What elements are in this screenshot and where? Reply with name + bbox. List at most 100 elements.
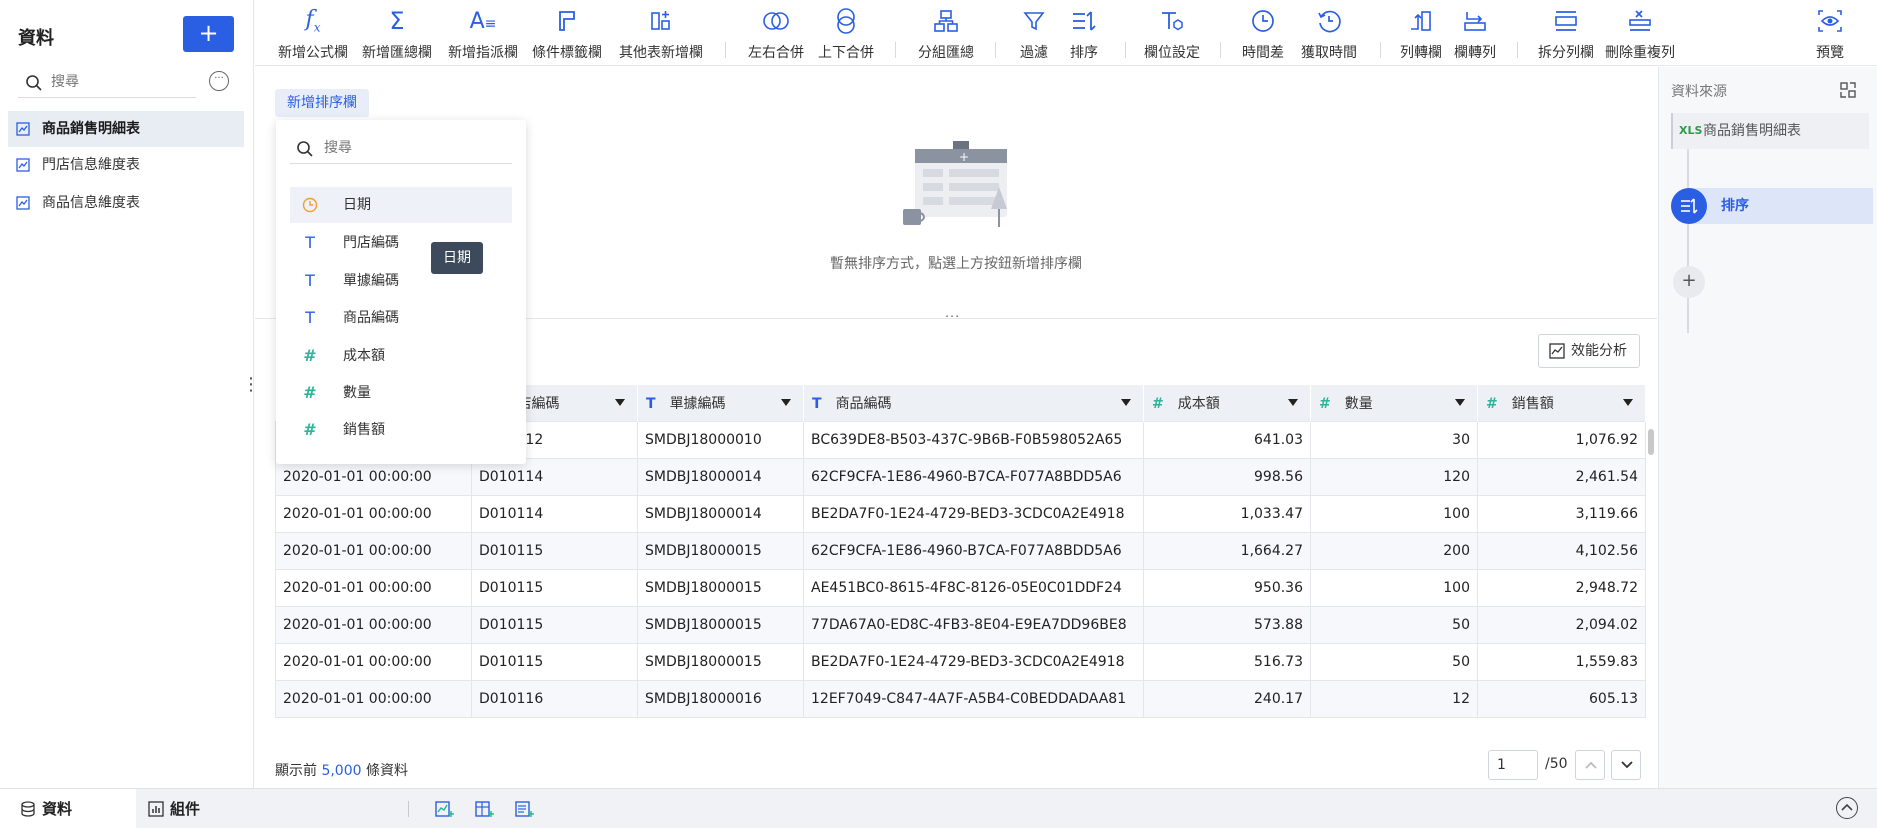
tab-data[interactable]: 資料 <box>0 789 136 828</box>
sidebar-search-input[interactable] <box>51 70 191 94</box>
add-step-button[interactable]: + <box>1673 266 1705 298</box>
search-icon <box>297 141 313 157</box>
add-data-button[interactable]: + <box>183 16 234 52</box>
bottom-divider <box>408 801 409 817</box>
collapse-bottom-button[interactable] <box>1836 797 1858 819</box>
number-type-icon: # <box>1319 395 1331 412</box>
split-icon <box>1555 11 1577 31</box>
field-option-date[interactable]: 日期 <box>290 187 512 223</box>
field-option-product-code[interactable]: T 商品編碼 <box>290 300 512 336</box>
sort-button[interactable]: 排序 <box>1060 4 1108 62</box>
add-assign-column-button[interactable]: A≡ 新增指派欄 <box>445 4 521 62</box>
tab-component[interactable]: 組件 <box>128 789 238 828</box>
table-row[interactable]: 2020-01-01 00:00:00 D010115 SMDBJ18000015 7… <box>275 605 1646 644</box>
dropdown-search-input[interactable] <box>324 136 504 160</box>
caret-down-icon[interactable] <box>781 399 791 406</box>
flow-source-node[interactable]: XLS 商品銷售明細表 <box>1671 113 1869 149</box>
formula-icon: fx <box>305 7 321 35</box>
flow-step-sort[interactable]: 排序 <box>1671 188 1873 224</box>
table-cell: SMDBJ18000015 <box>637 531 804 570</box>
remove-duplicate-rows-button[interactable]: 刪除重複列 <box>1601 4 1679 62</box>
caret-down-icon[interactable] <box>615 399 625 406</box>
table-cell: SMDBJ18000014 <box>637 494 804 533</box>
table-row[interactable]: 2020-01-01 00:00:00 D010115 SMDBJ18000015 A… <box>275 568 1646 607</box>
performance-analysis-button[interactable]: 效能分析 <box>1538 334 1640 368</box>
get-time-button[interactable]: 獲取時間 <box>1295 4 1363 62</box>
add-summary-column-button[interactable]: Σ 新增匯總欄 <box>359 4 435 62</box>
merge-up-down-button[interactable]: 上下合併 <box>815 4 877 62</box>
sidebar-search[interactable] <box>18 66 196 98</box>
add-text-icon[interactable] <box>514 799 534 819</box>
column-header-product-code[interactable]: T 商品編碼 <box>803 385 1144 421</box>
field-option-sales[interactable]: # 銷售額 <box>290 412 512 448</box>
add-formula-column-button[interactable]: fx 新增公式欄 <box>275 4 351 62</box>
expand-icon[interactable] <box>1839 81 1857 99</box>
caret-down-icon[interactable] <box>1455 399 1465 406</box>
field-option-quantity[interactable]: # 數量 <box>290 375 512 411</box>
column-to-row-button[interactable]: 欄轉列 <box>1451 4 1499 62</box>
group-summary-button[interactable]: 分組匯總 <box>915 4 977 62</box>
number-type-icon: # <box>303 420 317 439</box>
number-type-icon: # <box>303 346 317 365</box>
table-cell: 200 <box>1310 531 1478 570</box>
time-difference-button[interactable]: 時間差 <box>1235 4 1291 62</box>
field-dropdown: 日期 T 門店編碼 T 單據編碼 T 商品編碼 # 成本額 # 數量 # 銷售額 <box>276 120 526 464</box>
xls-icon: XLS <box>1679 124 1703 137</box>
column-header-quantity[interactable]: # 數量 <box>1310 385 1478 421</box>
assign-icon: A≡ <box>469 8 497 34</box>
clock-icon <box>1252 10 1274 32</box>
page-number-input[interactable]: 1 <box>1488 750 1538 780</box>
merge-left-right-button[interactable]: 左右合併 <box>745 4 807 62</box>
table-cell: 2,094.02 <box>1477 605 1646 644</box>
panel-collapse-handle[interactable]: ⋮ <box>242 376 260 394</box>
add-column-from-other-table-button[interactable]: 其他表新增欄 <box>615 4 707 62</box>
field-settings-icon <box>1162 12 1183 31</box>
sidebar-title: 資料 <box>18 28 54 49</box>
table-row[interactable]: 2020-01-01 00:00:00 D010115 SMDBJ18000015 B… <box>275 642 1646 681</box>
column-header-sales[interactable]: # 銷售額 <box>1477 385 1646 421</box>
page-down-button[interactable] <box>1611 750 1641 780</box>
table-cell: 4,102.56 <box>1477 531 1646 570</box>
caret-down-icon[interactable] <box>1623 399 1633 406</box>
add-sort-column-button[interactable]: 新增排序欄 <box>275 89 369 117</box>
sidebar-item-label: 商品信息維度表 <box>42 195 140 211</box>
preview-button[interactable]: 預覽 <box>1806 4 1854 62</box>
table-row[interactable]: 2020-01-01 00:00:00 D010115 SMDBJ18000015 6… <box>275 531 1646 570</box>
merge-lr-icon <box>763 12 789 30</box>
col-to-row-icon <box>1464 12 1486 31</box>
table-cell: D010115 <box>471 568 638 607</box>
table-cell: 2,948.72 <box>1477 568 1646 607</box>
table-cell: 62CF9CFA-1E86-4960-B7CA-F077A8BDD5A6 <box>803 457 1144 496</box>
row-count-text: 顯示前 5,000 條資料 <box>275 763 408 779</box>
row-to-column-button[interactable]: 列轉欄 <box>1397 4 1445 62</box>
caret-down-icon[interactable] <box>1121 399 1131 406</box>
add-chart-icon[interactable] <box>434 799 454 819</box>
add-table-icon[interactable] <box>474 799 494 819</box>
toolbar-divider <box>895 42 896 58</box>
field-settings-button[interactable]: 欄位設定 <box>1141 4 1203 62</box>
sidebar-item-sales-detail[interactable]: 商品銷售明細表 <box>8 111 244 147</box>
table-row[interactable]: 2020-01-01 00:00:00 D010114 SMDBJ18000014 B… <box>275 494 1646 533</box>
condition-tag-column-button[interactable]: 條件標籤欄 <box>529 4 605 62</box>
column-header-cost[interactable]: # 成本額 <box>1143 385 1311 421</box>
table-row[interactable]: 2020-01-01 00:00:00 D010116 SMDBJ18000016 1… <box>275 679 1646 718</box>
sidebar-item-label: 門店信息維度表 <box>42 157 140 173</box>
table-cell: 998.56 <box>1143 457 1311 496</box>
page-up-button[interactable] <box>1575 750 1605 780</box>
caret-down-icon[interactable] <box>1288 399 1298 406</box>
more-options-icon[interactable]: ··· <box>209 71 229 91</box>
table-cell: 3,119.66 <box>1477 494 1646 533</box>
grid-scrollbar[interactable] <box>1648 429 1654 455</box>
svg-text:+: + <box>959 150 969 164</box>
table-cell: 2,461.54 <box>1477 457 1646 496</box>
flag-icon <box>559 11 575 31</box>
sidebar-item-store-info[interactable]: 門店信息維度表 <box>8 147 244 183</box>
split-column-button[interactable]: 拆分列欄 <box>1535 4 1597 62</box>
get-time-icon <box>1318 10 1341 33</box>
filter-button[interactable]: 過濾 <box>1010 4 1058 62</box>
sidebar-item-product-info[interactable]: 商品信息維度表 <box>8 185 244 221</box>
toolbar-divider <box>1517 42 1518 58</box>
dropdown-search[interactable] <box>290 132 512 164</box>
field-option-cost[interactable]: # 成本額 <box>290 338 512 374</box>
column-header-doc-code[interactable]: T 單據編碼 <box>637 385 804 421</box>
